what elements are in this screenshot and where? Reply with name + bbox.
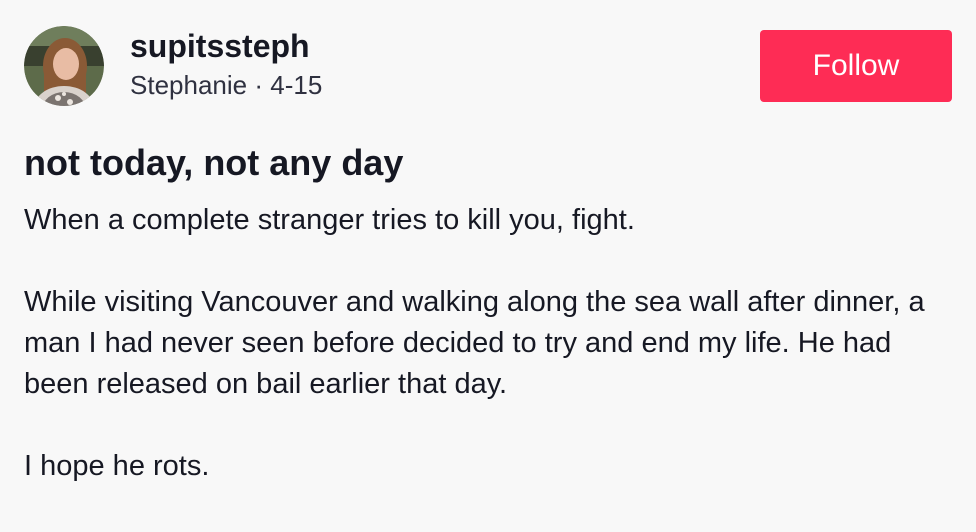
post-paragraph: While visiting Vancouver and walking alo… <box>24 286 925 400</box>
user-info: supitssteph Stephanie · 4-15 <box>130 26 322 102</box>
avatar[interactable] <box>24 26 104 106</box>
avatar-image <box>24 26 104 106</box>
post-paragraph: When a complete stranger tries to kill y… <box>24 204 635 236</box>
meta-separator: · <box>254 70 264 100</box>
post-date: 4-15 <box>270 70 323 100</box>
username[interactable]: supitssteph <box>130 26 322 66</box>
post-body: When a complete stranger tries to kill y… <box>24 200 954 487</box>
author-meta: Stephanie · 4-15 <box>130 68 322 102</box>
post-paragraph: I hope he rots. <box>24 450 210 482</box>
display-name: Stephanie <box>130 70 248 100</box>
follow-button[interactable]: Follow <box>760 30 952 102</box>
post-page: supitssteph Stephanie · 4-15 Follow not … <box>0 0 976 532</box>
post-title: not today, not any day <box>24 142 404 183</box>
post-header: supitssteph Stephanie · 4-15 Follow <box>24 24 952 106</box>
